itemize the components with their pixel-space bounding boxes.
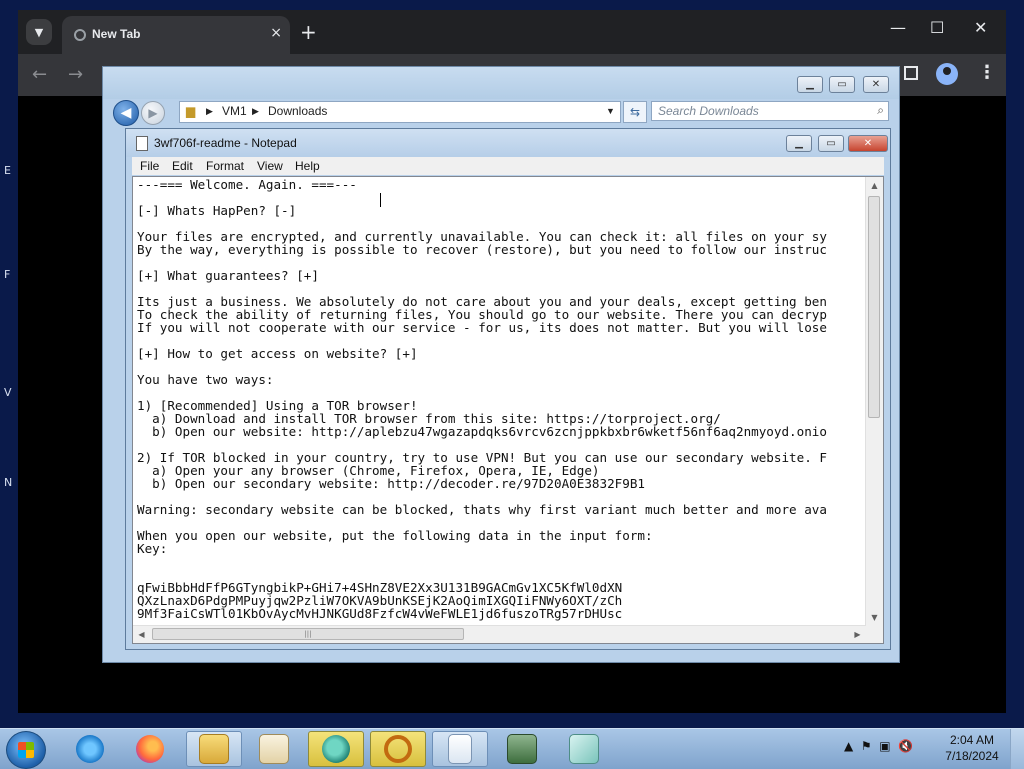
menu-bar: File Edit Format View Help	[132, 157, 884, 175]
clock-date: 7/18/2024	[945, 749, 999, 763]
tab-search-button[interactable]: ▼	[26, 19, 52, 45]
taskbar-search[interactable]	[370, 731, 426, 767]
taskbar: ▲ ⚑ ▣ 🔇 2:04 AM 7/18/2024	[0, 728, 1024, 769]
back-button[interactable]: ←	[32, 64, 47, 85]
show-desktop-button[interactable]	[1010, 729, 1024, 769]
forward-button[interactable]: ▶	[141, 101, 165, 125]
menu-format[interactable]: Format	[206, 159, 244, 173]
window-title: 3wf706f-readme - Notepad	[154, 136, 297, 150]
scroll-down-icon[interactable]: ▼	[866, 609, 883, 626]
notepad-window: 3wf706f-readme - Notepad ▁ ▭ ✕ File Edit…	[125, 128, 891, 650]
forward-button[interactable]: →	[68, 64, 83, 85]
search-placeholder: Search Downloads	[658, 104, 759, 118]
profile-icon[interactable]	[936, 63, 958, 85]
folder-icon	[199, 734, 229, 764]
tab-title: New Tab	[92, 27, 141, 41]
notepad-minimize-button[interactable]: ▁	[786, 135, 812, 152]
maximize-button[interactable]: ☐	[930, 18, 944, 37]
desktop-icon-label: E	[4, 164, 11, 177]
close-button[interactable]: ✕	[974, 18, 987, 37]
search-icon[interactable]: ⌕	[877, 103, 884, 118]
internet-explorer-icon	[76, 735, 104, 763]
tab-strip: ▼ New Tab × + — ☐ ✕	[18, 10, 1006, 54]
chrome-menu-button[interactable]: ⋮	[978, 62, 996, 83]
taskbar-snipping[interactable]	[556, 731, 612, 767]
taskbar-explorer[interactable]	[186, 731, 242, 767]
taskbar-media-player[interactable]	[246, 731, 302, 767]
minimize-button[interactable]: —	[890, 18, 906, 37]
chevron-right-icon: ▶	[206, 106, 213, 116]
scroll-left-icon[interactable]: ◀	[133, 626, 150, 643]
new-tab-button[interactable]: +	[300, 20, 317, 44]
chevron-right-icon: ▶	[252, 106, 259, 116]
tab-new-tab[interactable]: New Tab ×	[62, 16, 290, 54]
vertical-scrollbar[interactable]: ▲ ▼	[865, 177, 883, 626]
notepad-icon	[136, 136, 148, 151]
scroll-up-icon[interactable]: ▲	[866, 177, 883, 194]
tab-close-button[interactable]: ×	[270, 25, 282, 41]
clock[interactable]: 2:04 AM 7/18/2024	[940, 732, 1004, 764]
refresh-button[interactable]: ⇆	[623, 101, 647, 123]
chevron-down-icon[interactable]: ▼	[606, 106, 615, 116]
notepad-maximize-button[interactable]: ▭	[818, 135, 844, 152]
text-editor[interactable]: ---=== Welcome. Again. ===--- [-] Whats …	[132, 176, 884, 644]
vertical-scroll-thumb[interactable]	[868, 196, 880, 418]
desktop-icon-label: V	[4, 386, 12, 399]
taskbar-app[interactable]	[308, 731, 364, 767]
back-button[interactable]: ◀	[113, 100, 139, 126]
task-manager-icon	[507, 734, 537, 764]
tray-icons[interactable]: ▲ ⚑ ▣ 🔇	[844, 739, 913, 753]
menu-file[interactable]: File	[140, 159, 159, 173]
media-player-icon	[259, 734, 289, 764]
document-text[interactable]: ---=== Welcome. Again. ===--- [-] Whats …	[137, 178, 863, 624]
breadcrumb-downloads[interactable]: Downloads	[268, 104, 327, 118]
menu-edit[interactable]: Edit	[172, 159, 193, 173]
horizontal-scrollbar[interactable]: ◀ ||| ▶	[133, 625, 866, 643]
address-bar[interactable]: ▆ ▶ VM1 ▶ Downloads ▼	[179, 101, 621, 123]
app-icon	[322, 735, 350, 763]
menu-view[interactable]: View	[257, 159, 283, 173]
scroll-right-icon[interactable]: ▶	[849, 626, 866, 643]
explorer-maximize-button[interactable]: ▭	[829, 76, 855, 93]
desktop-icon-label: N	[4, 476, 13, 489]
notepad-titlebar: 3wf706f-readme - Notepad ▁ ▭ ✕	[126, 129, 890, 157]
taskbar-ie[interactable]	[62, 731, 118, 767]
globe-icon	[74, 29, 86, 41]
horizontal-scroll-thumb[interactable]: |||	[152, 628, 464, 640]
folder-icon: ▆	[186, 104, 196, 118]
taskbar-notepad[interactable]	[432, 731, 488, 767]
menu-help[interactable]: Help	[295, 159, 320, 173]
desktop-icon-label: F	[4, 268, 11, 281]
explorer-minimize-button[interactable]: ▁	[797, 76, 823, 93]
text-cursor	[380, 193, 381, 207]
firefox-icon	[136, 735, 164, 763]
taskbar-task-manager[interactable]	[494, 731, 550, 767]
notepad-icon	[448, 734, 472, 764]
side-panel-icon[interactable]	[904, 66, 918, 80]
snipping-tool-icon	[569, 734, 599, 764]
taskbar-firefox[interactable]	[122, 731, 178, 767]
notepad-close-button[interactable]: ✕	[848, 135, 888, 152]
explorer-titlebar: ▁ ▭ ✕	[103, 67, 899, 99]
clock-time: 2:04 AM	[949, 733, 995, 747]
start-button[interactable]	[6, 731, 46, 769]
magnifier-icon	[384, 735, 412, 763]
search-input[interactable]: Search Downloads ⌕	[651, 101, 889, 121]
breadcrumb-vm1[interactable]: VM1	[222, 104, 247, 118]
explorer-close-button[interactable]: ✕	[863, 76, 889, 93]
scroll-corner	[866, 626, 883, 643]
